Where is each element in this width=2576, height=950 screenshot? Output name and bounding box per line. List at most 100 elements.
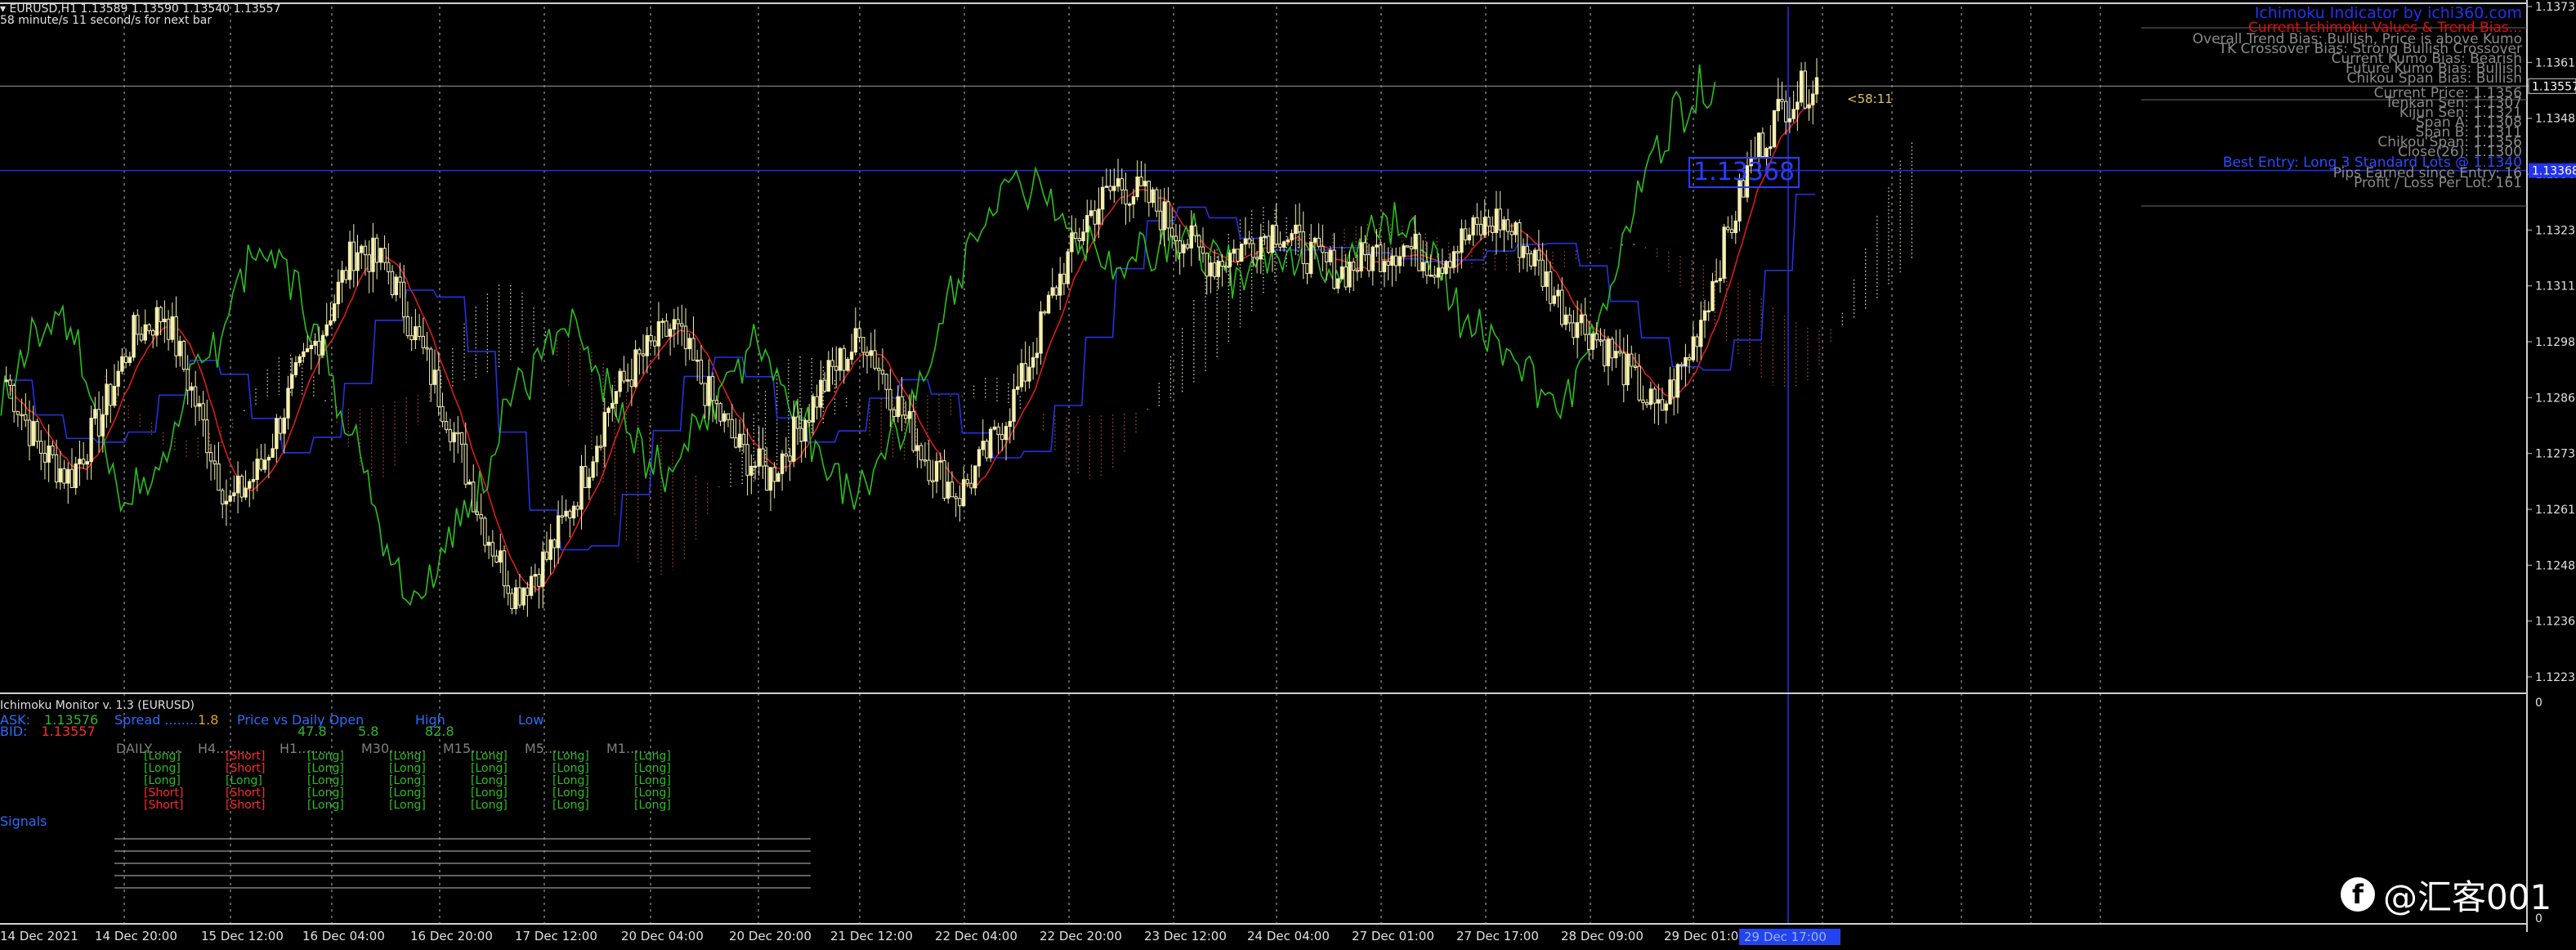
- candle-body: [618, 370, 622, 392]
- candle-body: [217, 463, 221, 491]
- candle-body: [934, 460, 939, 482]
- candle-body: [1471, 217, 1475, 235]
- candle-body: [687, 338, 691, 350]
- candle-body: [305, 348, 310, 352]
- candle-body: [1375, 244, 1379, 248]
- candle-body: [1579, 314, 1584, 324]
- candle-body: [1668, 379, 1672, 405]
- candle-body: [1062, 273, 1067, 285]
- candle-body: [1440, 267, 1445, 274]
- price-label: 1.13110: [2535, 280, 2576, 294]
- long-signal: [Long]: [389, 799, 426, 812]
- candle-body: [1726, 226, 1730, 231]
- bar-timer: 58 minute/s 11 second/s for next bar: [0, 14, 212, 27]
- long-signal: [Long]: [307, 799, 344, 812]
- candle-body: [1339, 266, 1344, 280]
- candle-body: [1714, 280, 1719, 283]
- candle-body: [1448, 261, 1452, 268]
- candle-body: [494, 555, 499, 562]
- candle-body: [992, 426, 997, 430]
- price-label: 1.12485: [2535, 559, 2576, 572]
- current-price-tag-text: 1.13557: [2532, 80, 2576, 93]
- candle-body: [884, 374, 888, 390]
- price-label: 1.13735: [2535, 1, 2576, 14]
- candle-body: [459, 432, 464, 445]
- candle-body: [235, 475, 240, 494]
- candle-body: [24, 414, 28, 421]
- candle-body: [1232, 249, 1236, 254]
- candle-body: [1424, 262, 1429, 276]
- entry-price-tag-text: 1.13368: [2532, 165, 2576, 178]
- candle-body: [1718, 277, 1723, 281]
- long-signal: [Long]: [471, 750, 508, 763]
- candle-body: [1131, 196, 1136, 205]
- candle-body: [259, 459, 263, 470]
- long-signal: [Long]: [471, 774, 508, 787]
- candle-body: [1151, 189, 1155, 204]
- candle-body: [699, 359, 704, 384]
- candle-body: [911, 410, 915, 451]
- candle-body: [826, 360, 830, 392]
- short-signal: [Short]: [226, 750, 266, 763]
- candle-body: [734, 437, 738, 448]
- candle-body: [293, 362, 298, 375]
- time-label: 16 Dec 20:00: [410, 929, 493, 943]
- candle-body: [248, 481, 252, 489]
- watermark-text: @汇客001: [2383, 876, 2552, 917]
- candle-body: [89, 418, 93, 463]
- candle-body: [1097, 208, 1101, 225]
- candle-body: [737, 433, 742, 448]
- candle-body: [1019, 363, 1024, 388]
- candle-body: [1478, 223, 1483, 235]
- price-label: 1.13485: [2535, 113, 2576, 126]
- entry-price-box[interactable]: 1.13368: [1688, 157, 1800, 188]
- bias-line: Chikou Span Bias: Bullish: [2346, 70, 2522, 87]
- candle-body: [390, 271, 395, 296]
- candle-body: [174, 316, 178, 356]
- price-chart[interactable]: 14 Dec 2021 14 Dec 20:00 15 Dec 12:00 16 De…: [0, 0, 2576, 950]
- candle-body: [409, 335, 414, 341]
- candle-body: [1807, 104, 1811, 109]
- candle-body: [212, 460, 217, 464]
- candle-body: [1475, 217, 1479, 225]
- candle-body: [529, 576, 534, 596]
- candle-body: [981, 441, 985, 450]
- candle-body: [1590, 333, 1595, 350]
- candle-body: [1201, 246, 1205, 254]
- candle-body: [610, 402, 615, 409]
- candle-body: [792, 416, 796, 462]
- candle-body: [448, 428, 453, 442]
- candle-body: [641, 353, 646, 356]
- candle-body: [799, 428, 803, 442]
- candle-body: [197, 403, 202, 407]
- candle-body: [54, 454, 59, 482]
- candle-body: [351, 241, 356, 271]
- candle-body: [1309, 241, 1313, 274]
- long-signal: [Long]: [471, 786, 508, 800]
- candle-body: [969, 482, 973, 489]
- candle-body: [205, 419, 209, 454]
- candle-body: [51, 446, 55, 455]
- price-label: 1.12985: [2535, 336, 2576, 349]
- candle-body: [1556, 289, 1560, 297]
- high-value: 5.8: [358, 724, 379, 739]
- price-vs-open-value: 47.8: [297, 724, 327, 739]
- candle-body: [915, 445, 919, 451]
- candle-body: [96, 409, 101, 437]
- candle-body: [1155, 189, 1159, 212]
- candle-body: [62, 468, 66, 484]
- chart-axes: 14 Dec 2021 14 Dec 20:00 15 Dec 12:00 16 De…: [0, 0, 2576, 945]
- candle-body: [1599, 339, 1603, 342]
- candle-body: [923, 459, 928, 462]
- short-signal: [Short]: [144, 799, 184, 812]
- candle-body: [190, 386, 194, 391]
- candle-body: [950, 482, 955, 498]
- candle-body: [347, 241, 352, 280]
- candle-body: [1776, 99, 1780, 112]
- candle-body: [768, 467, 773, 491]
- candle-body: [1787, 118, 1792, 123]
- candle-body: [1274, 225, 1278, 245]
- candle-body: [1166, 201, 1170, 229]
- time-label: 14 Dec 2021: [0, 929, 78, 943]
- low-value: 82.8: [425, 724, 454, 739]
